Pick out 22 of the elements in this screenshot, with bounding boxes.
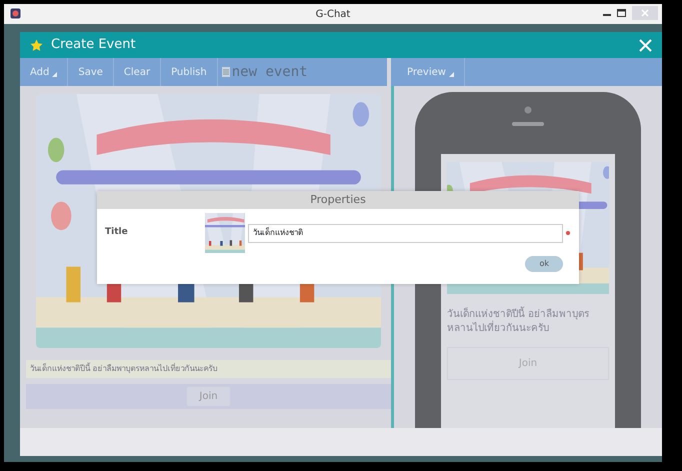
caret-icon — [52, 72, 58, 76]
toolbar-button[interactable]: Clear — [114, 58, 162, 86]
caret-icon — [448, 72, 454, 76]
camera-icon — [524, 106, 532, 114]
speaker-icon — [512, 122, 544, 126]
maximize-icon[interactable] — [617, 9, 626, 17]
event-caption: วันเด็กแห่งชาติปีนี้ อย่าลืมพาบุตรหลานไปเที่ยวกันนะครับ — [447, 308, 609, 335]
toolbar-button[interactable]: Publish — [161, 58, 218, 86]
join-button[interactable]: Join — [186, 386, 231, 407]
ok-button[interactable]: ok — [525, 256, 563, 272]
document-name: new event — [232, 62, 308, 82]
app-icon — [10, 8, 21, 19]
menu-button[interactable]: Preview — [397, 58, 465, 86]
window-title: G-Chat — [316, 8, 350, 22]
toolbar-button[interactable]: Save — [68, 58, 114, 86]
join-button[interactable]: Join — [447, 347, 609, 380]
document-icon — [222, 67, 230, 77]
menu-button[interactable]: Add — [20, 58, 68, 86]
event-caption: วันเด็กแห่งชาติปีนี้ อย่าลืมพาบุตรหลานไปเที่ยวกันนะครับ — [26, 360, 391, 378]
star-icon — [30, 38, 43, 52]
dialog-title: Create Event — [51, 36, 136, 54]
close-icon[interactable] — [639, 38, 652, 52]
